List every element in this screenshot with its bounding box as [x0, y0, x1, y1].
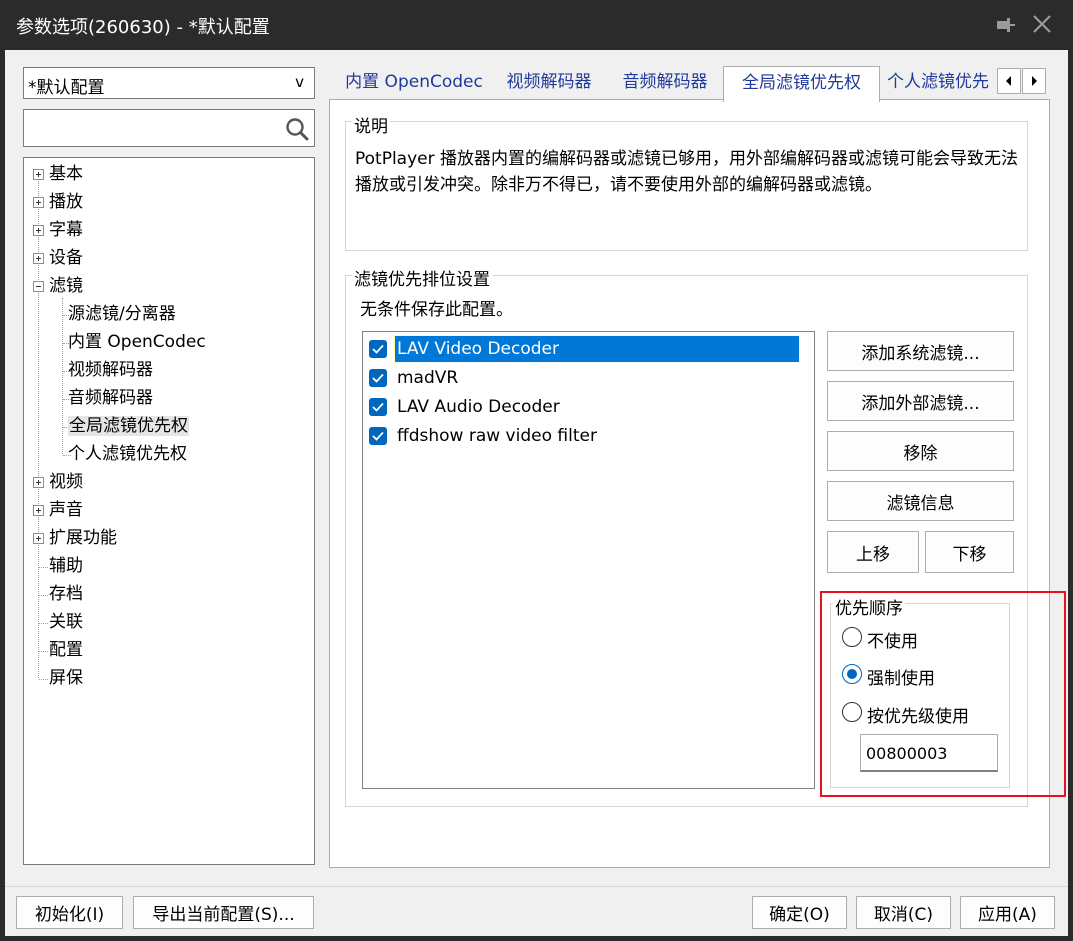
tree-item-label: 声音 [49, 500, 83, 520]
tree-item-personal-filter-priority[interactable]: 个人滤镜优先权 [68, 441, 187, 467]
filter-name: LAV Video Decoder [394, 335, 800, 363]
tree-line [39, 623, 48, 624]
tree-item-label: 个人滤镜优先权 [68, 444, 187, 464]
settings-tree[interactable]: 基本 播放 字幕 设备 滤镜 源滤镜/分离器 内置 OpenCodec 视频解码… [23, 157, 315, 865]
tree-item-label: 屏保 [49, 668, 83, 688]
tab-video-decoder[interactable]: 视频解码器 [493, 66, 605, 100]
chevron-down-icon: v [295, 73, 304, 91]
checkbox[interactable] [369, 340, 387, 358]
tree-item-label: 配置 [49, 640, 83, 660]
tree-item-label: 基本 [49, 164, 83, 184]
tree-item-label: 全局滤镜优先权 [68, 416, 189, 436]
footer-separator [5, 886, 1068, 887]
tree-line [38, 174, 39, 678]
tree-item-label: 视频 [49, 472, 83, 492]
window-frame-bottom [0, 936, 1073, 941]
tab-global-filter-priority[interactable]: 全局滤镜优先权 [723, 66, 880, 102]
filter-list[interactable]: LAV Video Decoder madVR LAV Audio Decode… [362, 331, 815, 789]
tree-item-opencodec[interactable]: 内置 OpenCodec [68, 329, 206, 355]
tree-line [39, 679, 48, 680]
expand-plus-icon[interactable] [33, 533, 44, 544]
apply-button[interactable]: 应用(A) [960, 896, 1055, 929]
tree-line [39, 651, 48, 652]
tree-item-label: 视频解码器 [68, 360, 153, 380]
search-input[interactable] [28, 116, 278, 140]
tab-audio-decoder[interactable]: 音频解码器 [609, 66, 721, 100]
tree-item-label: 播放 [49, 192, 83, 212]
tree-item-label: 滤镜 [49, 276, 83, 296]
tree-item-label: 源滤镜/分离器 [68, 304, 176, 324]
filter-name: LAV Audio Decoder [397, 397, 560, 417]
tab-bar: 内置 OpenCodec 视频解码器 音频解码器 全局滤镜优先权 个人滤镜优先 [329, 66, 1050, 102]
move-down-button[interactable]: 下移 [925, 531, 1014, 573]
checkbox[interactable] [369, 369, 387, 387]
search-icon[interactable] [284, 116, 310, 142]
highlight-box [820, 591, 1066, 797]
tab-personal-filter-priority[interactable]: 个人滤镜优先 [881, 66, 995, 100]
check-icon [372, 431, 384, 441]
description-text: PotPlayer 播放器内置的编解码器或滤镜已够用，用外部编解码器或滤镜可能会… [355, 149, 1019, 195]
export-config-button[interactable]: 导出当前配置(S)... [133, 896, 314, 929]
expand-plus-icon[interactable] [33, 253, 44, 264]
title-bar: 参数选项(260630) - *默认配置 [0, 0, 1073, 50]
tab-opencodec[interactable]: 内置 OpenCodec [335, 66, 493, 100]
filter-priority-title: 滤镜优先排位设置 [352, 265, 492, 290]
search-box[interactable] [23, 109, 315, 147]
profile-select[interactable]: *默认配置 v [23, 67, 315, 99]
tree-line [39, 595, 48, 596]
tree-item-video-decoder[interactable]: 视频解码器 [68, 357, 153, 383]
tree-item-global-filter-priority[interactable]: 全局滤镜优先权 [68, 413, 189, 439]
description-title: 说明 [352, 112, 390, 137]
tree-item-audio-decoder[interactable]: 音频解码器 [68, 385, 153, 411]
cancel-button[interactable]: 取消(C) [856, 896, 951, 929]
tree-item-label: 内置 OpenCodec [68, 332, 206, 352]
window-frame-right [1068, 50, 1073, 941]
filter-info-button[interactable]: 滤镜信息 [827, 481, 1014, 521]
filter-name: ffdshow raw video filter [397, 426, 597, 446]
tree-item-accessibility[interactable]: 辅助 [49, 553, 83, 579]
tree-item-label: 音频解码器 [68, 388, 153, 408]
tree-item-label: 存档 [49, 584, 83, 604]
tab-scroll-left[interactable] [997, 68, 1021, 94]
tree-item-screensaver[interactable]: 屏保 [49, 665, 83, 691]
window-frame-left [0, 50, 5, 941]
pin-icon[interactable] [994, 14, 1016, 36]
checkbox[interactable] [369, 398, 387, 416]
chevron-left-icon [1006, 76, 1011, 86]
remove-filter-button[interactable]: 移除 [827, 431, 1014, 471]
add-system-filter-button[interactable]: 添加系统滤镜... [827, 331, 1014, 371]
expand-plus-icon[interactable] [33, 505, 44, 516]
ok-button[interactable]: 确定(O) [752, 896, 847, 929]
chevron-right-icon [1032, 76, 1037, 86]
tree-item-associations[interactable]: 关联 [49, 609, 83, 635]
tree-item-label: 字幕 [49, 220, 83, 240]
tree-item-label: 设备 [49, 248, 83, 268]
filter-priority-note: 无条件保存此配置。 [360, 300, 513, 320]
tree-item-config[interactable]: 配置 [49, 637, 83, 663]
expand-plus-icon[interactable] [33, 477, 44, 488]
expand-plus-icon[interactable] [33, 197, 44, 208]
move-up-button[interactable]: 上移 [827, 531, 919, 573]
tree-item-label: 扩展功能 [49, 528, 117, 548]
expand-plus-icon[interactable] [33, 225, 44, 236]
check-icon [372, 373, 384, 383]
tree-line [62, 298, 63, 454]
close-icon[interactable] [1030, 12, 1054, 36]
collapse-minus-icon[interactable] [33, 281, 44, 292]
window-title: 参数选项(260630) - *默认配置 [16, 17, 270, 38]
tab-scroll-right[interactable] [1022, 68, 1046, 94]
add-external-filter-button[interactable]: 添加外部滤镜... [827, 381, 1014, 421]
check-icon [372, 402, 384, 412]
check-icon [372, 344, 384, 354]
expand-plus-icon[interactable] [33, 169, 44, 180]
tree-item-source-filters[interactable]: 源滤镜/分离器 [68, 301, 176, 327]
init-button[interactable]: 初始化(I) [16, 896, 123, 929]
tree-item-label: 关联 [49, 612, 83, 632]
filter-name: madVR [397, 368, 459, 388]
checkbox[interactable] [369, 427, 387, 445]
profile-select-value: *默认配置 [28, 78, 105, 98]
tree-item-archive[interactable]: 存档 [49, 581, 83, 607]
tree-line [39, 567, 48, 568]
tree-item-label: 辅助 [49, 556, 83, 576]
